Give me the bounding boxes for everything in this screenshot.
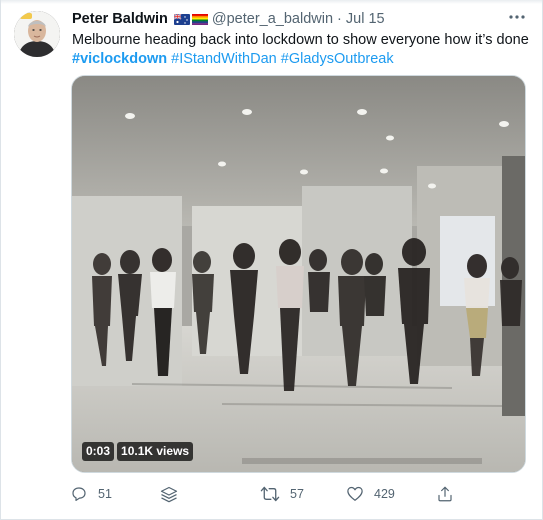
more-dots-icon <box>509 15 525 19</box>
video-player[interactable]: 0:03 10.1K views <box>71 75 526 473</box>
video-frame <box>72 76 525 472</box>
hashtag-line: #viclockdown #IStandWithDan #GladysOutbr… <box>72 50 522 69</box>
reply-button[interactable]: 51 <box>70 485 112 503</box>
divider <box>1 0 542 4</box>
tweet-date[interactable]: Jul 15 <box>346 11 385 27</box>
heart-icon <box>347 486 363 501</box>
display-name[interactable]: Peter Baldwin <box>72 11 168 27</box>
separator-dot: · <box>337 11 342 27</box>
share-icon <box>438 486 452 502</box>
stack-button[interactable] <box>159 485 179 505</box>
hashtag-gladysoutbreak[interactable]: #GladysOutbreak <box>281 51 394 67</box>
reply-icon <box>72 487 86 501</box>
video-views: 10.1K views <box>117 442 194 461</box>
avatar[interactable] <box>14 11 60 57</box>
like-button[interactable]: 429 <box>346 485 395 502</box>
stack-icon <box>160 486 178 503</box>
avatar-image <box>14 11 60 57</box>
hashtag-istandwithdan[interactable]: #IStandWithDan <box>171 51 277 67</box>
rainbow-flag-icon <box>191 13 208 25</box>
video-duration: 0:03 <box>82 442 115 461</box>
tweet-header: Peter Baldwin @peter_a_baldwin · Jul 15 <box>72 10 385 28</box>
like-count: 429 <box>374 486 395 501</box>
reply-count: 51 <box>98 487 112 501</box>
retweet-icon <box>260 486 280 502</box>
share-button[interactable] <box>436 485 454 503</box>
handle[interactable]: @peter_a_baldwin <box>212 11 333 27</box>
tweet-body: Melbourne heading back into lockdown to … <box>72 32 529 48</box>
more-options-button[interactable] <box>506 10 528 24</box>
retweet-button[interactable]: 57 <box>260 485 304 503</box>
name-emoji-group <box>173 13 208 25</box>
retweet-count: 57 <box>290 487 304 501</box>
australia-flag-icon <box>173 13 190 25</box>
hashtag-viclockdown[interactable]: #viclockdown <box>72 51 167 67</box>
action-bar: 51 57 429 <box>70 485 490 507</box>
tweet-text: Melbourne heading back into lockdown to … <box>72 31 529 69</box>
video-badge: 0:03 10.1K views <box>82 442 194 461</box>
